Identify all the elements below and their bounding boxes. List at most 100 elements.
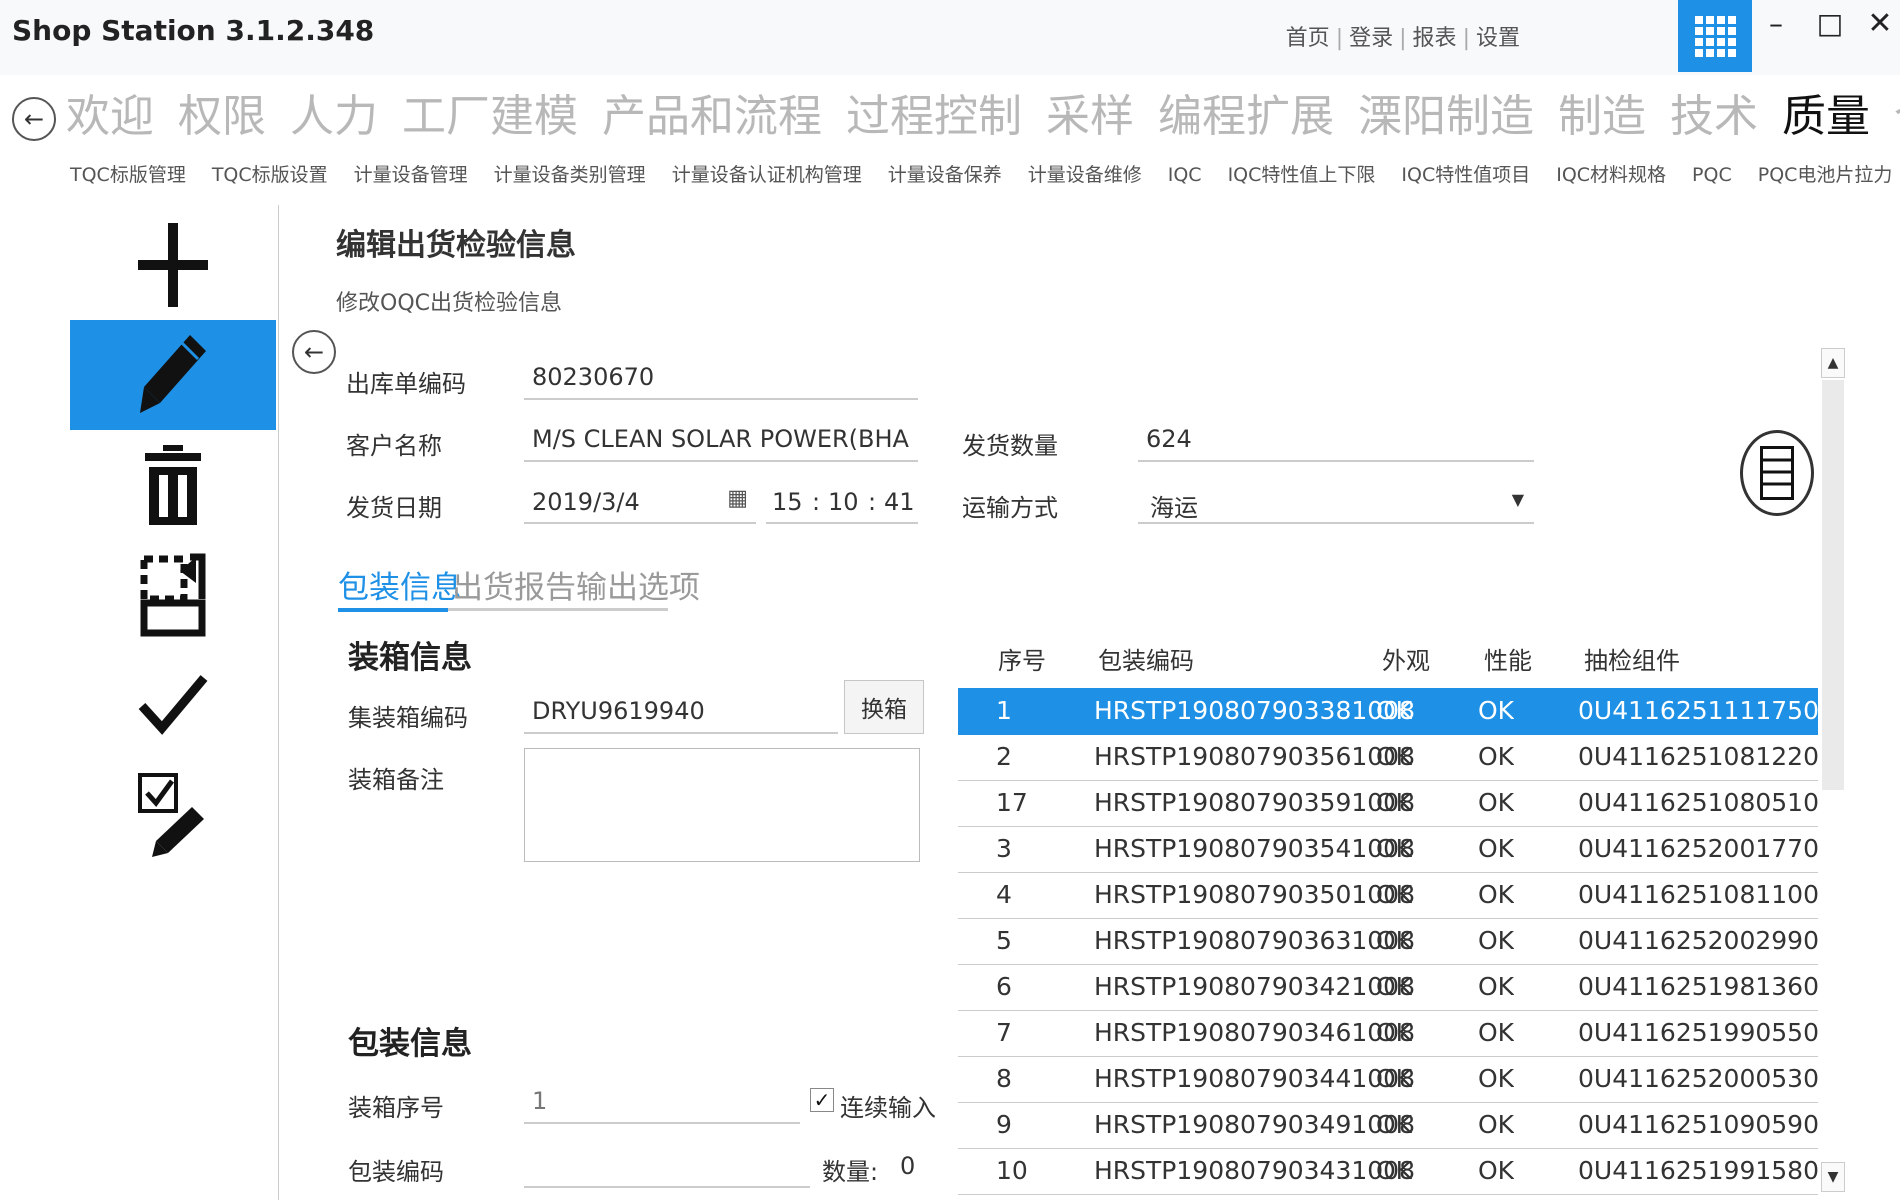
- top-link-home[interactable]: 首页: [1286, 26, 1330, 51]
- module-tab-11[interactable]: 质量: [1782, 91, 1870, 142]
- subnav-item-4[interactable]: 计量设备认证机构管理: [672, 164, 862, 186]
- module-back-button[interactable]: ←: [12, 97, 56, 141]
- continuous-checkbox[interactable]: ✓: [810, 1088, 834, 1112]
- top-link-report[interactable]: 报表: [1413, 26, 1457, 51]
- customer-input[interactable]: [524, 418, 918, 462]
- time-minute[interactable]: 10: [828, 488, 859, 516]
- cell-appearance: OK: [1376, 972, 1413, 1001]
- cell-seq: 17: [996, 788, 1028, 817]
- time-hour[interactable]: 15: [772, 488, 803, 516]
- top-link-settings[interactable]: 设置: [1476, 26, 1520, 51]
- module-tab-5[interactable]: 过程控制: [846, 91, 1022, 142]
- copy-button[interactable]: [70, 540, 276, 650]
- header-seq[interactable]: 序号: [998, 636, 1046, 686]
- subnav-item-10[interactable]: IQC材料规格: [1556, 164, 1666, 186]
- pack-code-input[interactable]: [524, 1144, 810, 1188]
- header-sample-module[interactable]: 抽检组件: [1584, 636, 1680, 686]
- plus-icon: [138, 223, 208, 307]
- table-row[interactable]: 4 HRSTP190807903501008 OK OK 0U4116251081100…: [958, 872, 1818, 919]
- time-picker[interactable]: 15 : 10 : 41: [766, 480, 918, 524]
- apps-grid-button[interactable]: [1678, 0, 1752, 72]
- table-row[interactable]: 6 HRSTP190807903421008 OK OK 0U4116251981360…: [958, 964, 1818, 1011]
- module-tabs: 欢迎权限人力工厂建模产品和流程过程控制采样编程扩展溧阳制造制造技术质量仓库工艺异…: [66, 80, 1900, 144]
- subnav-item-7[interactable]: IQC: [1168, 164, 1202, 186]
- form-back-button[interactable]: ←: [292, 330, 336, 374]
- module-tab-6[interactable]: 采样: [1046, 91, 1134, 142]
- module-tab-9[interactable]: 制造: [1558, 91, 1646, 142]
- transport-select[interactable]: 海运 ▼: [1138, 480, 1534, 524]
- close-button[interactable]: ✕: [1852, 4, 1900, 44]
- date-picker[interactable]: 2019/3/4 ▦: [524, 480, 756, 524]
- subnav-item-2[interactable]: 计量设备管理: [354, 164, 468, 186]
- table-row[interactable]: 5 HRSTP190807903631008 OK OK 0U4116252002990…: [958, 918, 1818, 965]
- confirm-button[interactable]: [70, 650, 276, 760]
- delete-button[interactable]: [70, 430, 276, 540]
- remark-textarea[interactable]: [524, 748, 920, 862]
- subnav-item-6[interactable]: 计量设备维修: [1028, 164, 1142, 186]
- date-label: 发货日期: [346, 494, 442, 522]
- audit-edit-button[interactable]: [70, 760, 276, 870]
- module-tab-3[interactable]: 工厂建模: [402, 91, 578, 142]
- table-row[interactable]: 9 HRSTP190807903491008 OK OK 0U4116251090590…: [958, 1102, 1818, 1149]
- transport-value: 海运: [1150, 494, 1198, 522]
- cell-performance: OK: [1478, 1018, 1515, 1047]
- order-no-input[interactable]: [524, 356, 918, 400]
- pack-code-label: 包装编码: [348, 1158, 444, 1186]
- module-tab-2[interactable]: 人力: [290, 91, 378, 142]
- copy-icon: [140, 553, 206, 637]
- swap-box-button[interactable]: 换箱: [844, 680, 924, 734]
- action-toolbar: [70, 210, 276, 870]
- arrow-left-icon: ←: [23, 105, 45, 133]
- save-record-button[interactable]: [1740, 430, 1814, 516]
- table-row[interactable]: 10 HRSTP190807903431008 OK OK 0U411625199158…: [958, 1148, 1818, 1195]
- tab-pack-info[interactable]: 包装信息: [338, 562, 462, 607]
- module-tab-8[interactable]: 溧阳制造: [1358, 91, 1534, 142]
- add-button[interactable]: [70, 210, 276, 320]
- module-tab-10[interactable]: 技术: [1670, 91, 1758, 142]
- module-tab-0[interactable]: 欢迎: [66, 91, 154, 142]
- maximize-button[interactable]: □: [1802, 4, 1858, 44]
- table-row[interactable]: 17 HRSTP190807903591008 OK OK 0U411625108051…: [958, 780, 1818, 827]
- scroll-down-button[interactable]: ▼: [1821, 1162, 1845, 1192]
- qty-input[interactable]: [1138, 418, 1534, 462]
- subnav-item-12[interactable]: PQC电池片拉力: [1758, 164, 1893, 186]
- subnav-item-0[interactable]: TQC标版管理: [70, 164, 186, 186]
- table-row[interactable]: 3 HRSTP190807903541008 OK OK 0U4116252001770…: [958, 826, 1818, 873]
- subnav-item-11[interactable]: PQC: [1692, 164, 1732, 186]
- container-input[interactable]: [524, 690, 838, 734]
- time-second[interactable]: 41: [884, 488, 915, 516]
- edit-button[interactable]: [70, 320, 276, 430]
- scroll-thumb[interactable]: [1822, 380, 1844, 790]
- minimize-button[interactable]: –: [1748, 4, 1804, 44]
- header-performance[interactable]: 性能: [1484, 636, 1532, 686]
- subnav-item-1[interactable]: TQC标版设置: [212, 164, 328, 186]
- table-row[interactable]: 2 HRSTP190807903561008 OK OK 0U4116251081220…: [958, 734, 1818, 781]
- cell-performance: OK: [1478, 742, 1515, 771]
- calendar-icon[interactable]: ▦: [727, 486, 748, 511]
- module-tab-7[interactable]: 编程扩展: [1158, 91, 1334, 142]
- subnav-item-3[interactable]: 计量设备类别管理: [494, 164, 646, 186]
- tab-active-indicator: [338, 608, 448, 612]
- count-value: 0: [900, 1152, 916, 1180]
- top-link-login[interactable]: 登录: [1349, 26, 1393, 51]
- table-row[interactable]: 1 HRSTP190807903381008 OK OK 0U4116251111750…: [958, 688, 1818, 735]
- header-pack-code[interactable]: 包装编码: [1098, 636, 1194, 686]
- cell-appearance: OK: [1376, 880, 1413, 909]
- subnav-item-5[interactable]: 计量设备保养: [888, 164, 1002, 186]
- module-tab-4[interactable]: 产品和流程: [602, 91, 822, 142]
- cell-sample-module: 0U4116251981360819: [1578, 972, 1818, 1001]
- header-appearance[interactable]: 外观: [1382, 636, 1430, 686]
- module-tab-1[interactable]: 权限: [178, 91, 266, 142]
- table-row[interactable]: 7 HRSTP190807903461008 OK OK 0U4116251990550…: [958, 1010, 1818, 1057]
- subnav-item-9[interactable]: IQC特性值项目: [1401, 164, 1530, 186]
- tab-report-options[interactable]: 出货报告输出选项: [452, 562, 700, 607]
- cell-sample-module: 0U4116251081220819: [1578, 742, 1818, 771]
- grid-icon: [1695, 16, 1736, 57]
- table-row[interactable]: 8 HRSTP190807903441008 OK OK 0U4116252000530…: [958, 1056, 1818, 1103]
- module-tab-12[interactable]: 仓库: [1894, 91, 1900, 142]
- cell-seq: 1: [996, 696, 1012, 725]
- scroll-up-button[interactable]: ▲: [1821, 348, 1845, 378]
- cell-appearance: OK: [1376, 1018, 1413, 1047]
- subnav-item-8[interactable]: IQC特性值上下限: [1228, 164, 1376, 186]
- seq-input[interactable]: [524, 1080, 800, 1124]
